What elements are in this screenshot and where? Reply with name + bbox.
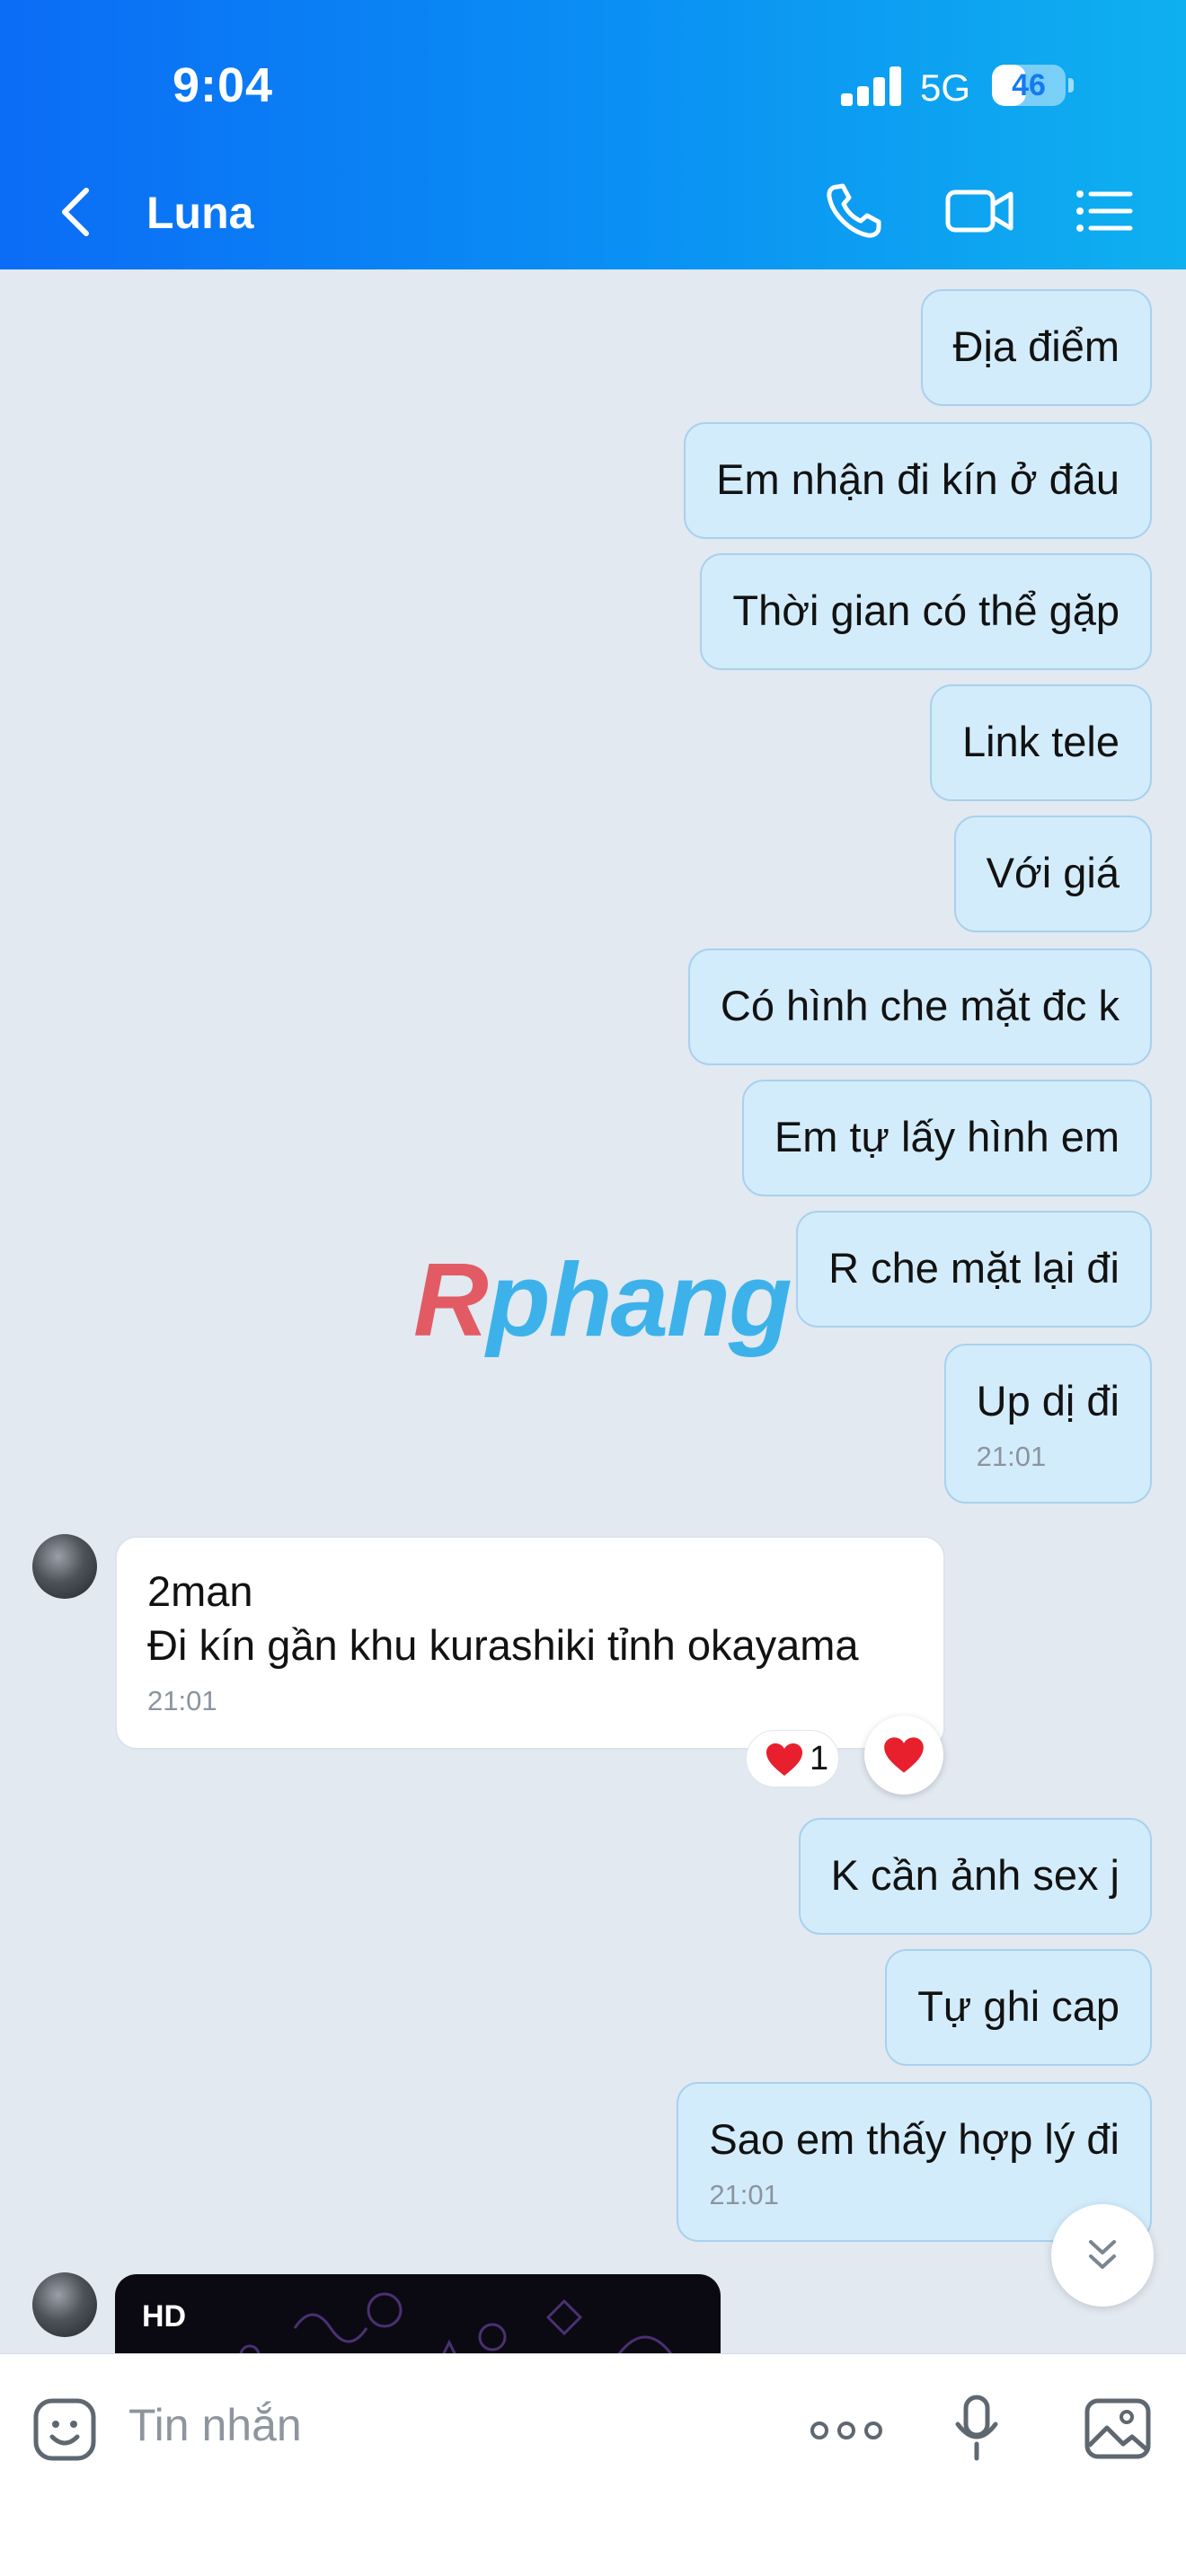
chevron-double-down-icon [1089, 2240, 1116, 2269]
message-time: 21:01 [147, 1685, 217, 1716]
contact-avatar[interactable] [32, 2272, 97, 2337]
image-gallery-icon[interactable] [1084, 2397, 1152, 2460]
message-outgoing[interactable]: Up dị đi 21:01 [943, 1344, 1152, 1504]
watermark-logo: Rphang [413, 1241, 792, 1358]
message-text: Tự ghi cap [917, 1982, 1120, 2030]
composer-bar: Tin nhắn [0, 2353, 1186, 2576]
chat-header: 9:04 5G 46 Luna [0, 0, 1186, 269]
message-outgoing[interactable]: Có hình che mặt đc k [687, 948, 1152, 1065]
back-icon[interactable] [56, 185, 95, 239]
message-text: R che mặt lại đi [828, 1244, 1120, 1292]
message-outgoing[interactable]: Em nhận đi kín ở đâu [684, 422, 1152, 539]
contact-name[interactable]: Luna [146, 187, 253, 239]
message-text: K cần ảnh sex j [830, 1851, 1120, 1899]
reaction-count: 1 [810, 1740, 829, 1778]
phone-call-icon[interactable] [823, 180, 886, 243]
message-time: 21:01 [976, 1441, 1047, 1472]
hd-badge: HD [142, 2299, 187, 2333]
message-outgoing[interactable]: Địa điểm [920, 289, 1152, 406]
video-call-icon[interactable] [943, 180, 1015, 243]
media-thumbnail [239, 2292, 673, 2353]
message-outgoing[interactable]: R che mặt lại đi [796, 1211, 1152, 1328]
message-text: Em nhận đi kín ở đâu [716, 455, 1120, 503]
media-message[interactable]: HD [115, 2274, 721, 2353]
battery-icon: 46 [992, 65, 1074, 106]
message-outgoing[interactable]: Link tele [929, 684, 1152, 801]
message-input[interactable]: Tin nhắn [128, 2399, 302, 2451]
message-text: Có hình che mặt đc k [720, 982, 1120, 1029]
message-text: Em tự lấy hình em [774, 1113, 1120, 1160]
message-outgoing[interactable]: Em tự lấy hình em [741, 1080, 1152, 1196]
network-type: 5G [920, 66, 971, 109]
message-text: Với giá [986, 849, 1120, 896]
battery-level: 46 [1012, 68, 1046, 102]
message-text: Link tele [961, 718, 1120, 765]
react-button[interactable] [864, 1716, 943, 1795]
message-text: Up dị đi [976, 1377, 1120, 1425]
message-text: Đi kín gần khu kurashiki tỉnh okayama [147, 1621, 859, 1669]
microphone-icon[interactable] [954, 2394, 999, 2462]
contact-avatar[interactable] [32, 1534, 97, 1599]
message-outgoing[interactable]: K cần ảnh sex j [798, 1818, 1152, 1935]
more-icon[interactable] [809, 2417, 884, 2444]
message-incoming[interactable]: 2man Đi kín gần khu kurashiki tỉnh okaya… [115, 1536, 945, 1750]
message-text: 2man [147, 1567, 253, 1615]
heart-icon [766, 1743, 802, 1776]
message-outgoing[interactable]: Với giá [953, 816, 1152, 932]
message-outgoing[interactable]: Tự ghi cap [885, 1949, 1152, 2066]
message-text: Sao em thấy hợp lý đi [709, 2115, 1120, 2163]
status-time: 9:04 [173, 58, 274, 112]
message-text: Thời gian có thể gặp [732, 587, 1120, 634]
scroll-to-bottom-button[interactable] [1051, 2204, 1154, 2307]
message-outgoing[interactable]: Thời gian có thể gặp [700, 553, 1152, 670]
menu-list-icon[interactable] [1075, 180, 1134, 243]
signal-icon [841, 66, 902, 106]
message-list[interactable]: Địa điểm Em nhận đi kín ở đâu Thời gian … [0, 269, 1186, 2353]
reaction-summary[interactable]: 1 [746, 1730, 839, 1787]
message-text: Địa điểm [952, 322, 1120, 370]
heart-icon [884, 1737, 924, 1773]
sticker-emoji-icon[interactable] [32, 2397, 97, 2462]
